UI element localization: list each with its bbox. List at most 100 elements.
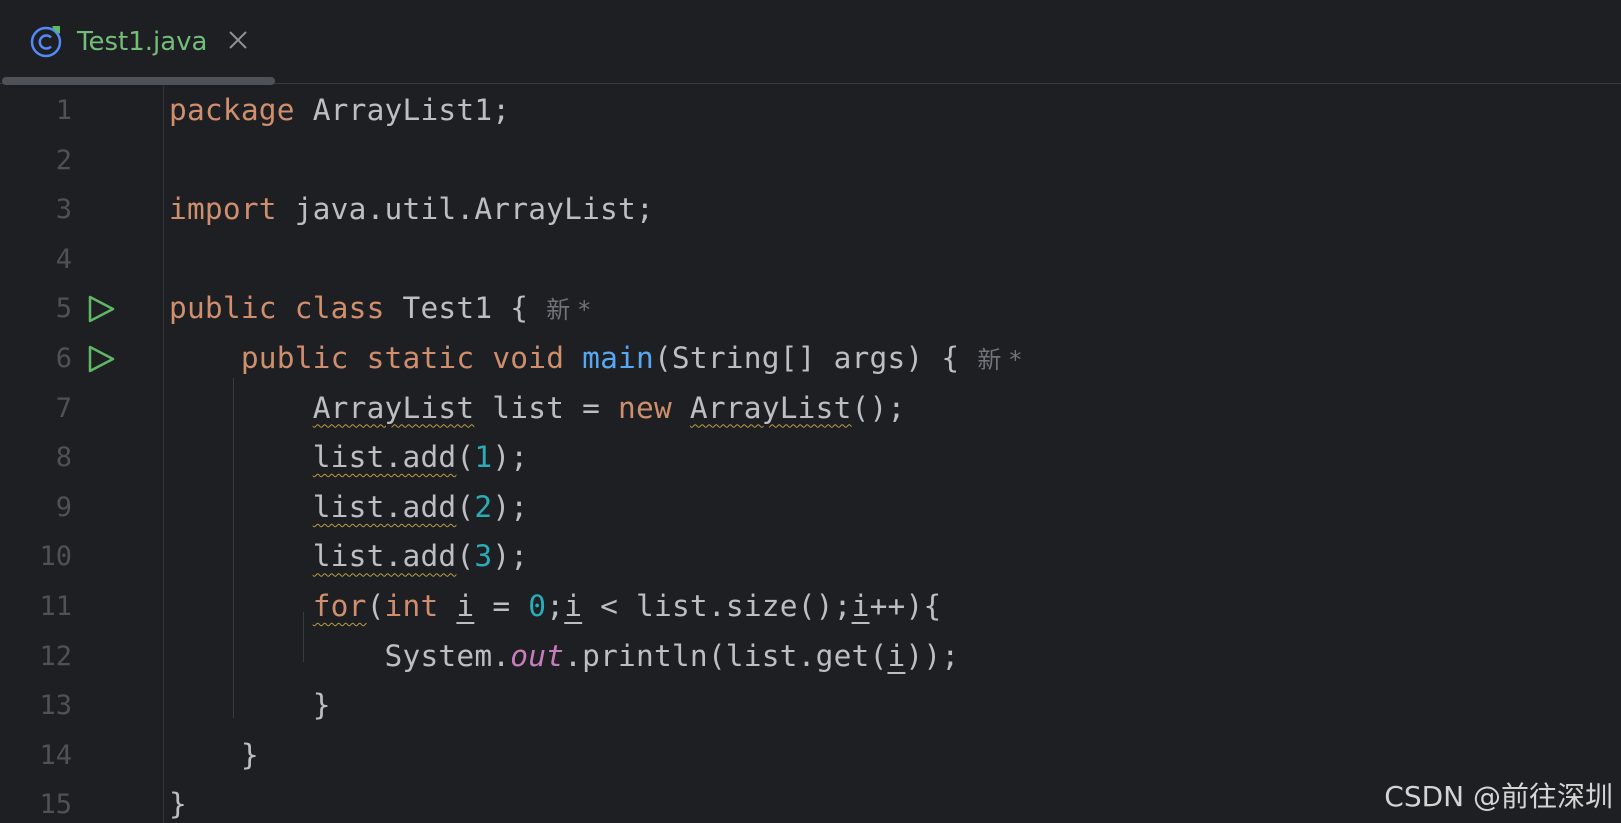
- code-token: ArrayList1;: [294, 93, 511, 127]
- line-number: 9: [55, 491, 72, 523]
- line-number: 5: [55, 293, 72, 325]
- code-token: .println(list.get(: [564, 638, 888, 673]
- code-line-11[interactable]: 11 for(int i = 0;i < list.size();i++){: [0, 582, 1621, 632]
- code-text: list.add(1);: [169, 433, 528, 483]
- warning-token: ArrayList: [689, 390, 852, 425]
- code-token: );: [492, 539, 529, 574]
- code-text: list.add(3);: [169, 532, 528, 582]
- method-name: main: [582, 341, 654, 375]
- keyword: public: [240, 341, 349, 375]
- keyword: void: [492, 341, 565, 375]
- line-number: 12: [39, 640, 72, 672]
- code-token: =: [474, 589, 529, 623]
- code-token: }: [312, 688, 331, 723]
- line-number: 15: [39, 789, 72, 821]
- code-token: < list.size();: [582, 589, 852, 623]
- keyword: new: [618, 390, 672, 425]
- run-icon[interactable]: [86, 294, 116, 324]
- line-number: 2: [55, 144, 72, 176]
- code-token: );: [492, 440, 529, 475]
- tab-test1-java[interactable]: Test1.java: [0, 0, 275, 85]
- code-text: System.out.println(list.get(i));: [169, 632, 960, 682]
- code-token: (: [456, 440, 475, 475]
- close-icon[interactable]: [225, 27, 251, 53]
- code-token: (: [456, 489, 475, 524]
- variable-token: i: [851, 589, 870, 623]
- author-hint[interactable]: 新 *: [546, 296, 590, 324]
- code-text: package ArrayList1;: [169, 86, 510, 136]
- code-token: }: [169, 787, 187, 822]
- keyword: import: [169, 192, 277, 227]
- warning-token: ArrayList: [312, 390, 475, 425]
- line-number: 8: [55, 442, 72, 474]
- code-token: System.: [384, 638, 511, 673]
- editor-tab-bar: Test1.java: [0, 0, 1621, 85]
- tab-label: Test1.java: [77, 27, 208, 57]
- keyword: package: [169, 93, 295, 127]
- code-line-3[interactable]: 3 import java.util.ArrayList;: [0, 185, 1621, 235]
- line-number: 13: [39, 690, 72, 722]
- code-line-5[interactable]: 5 public class Test1 {新 *: [0, 284, 1621, 334]
- variable-token: i: [564, 589, 583, 623]
- code-line-15[interactable]: 15 }: [0, 780, 1621, 823]
- code-line-4[interactable]: 4: [0, 235, 1621, 285]
- code-token: (: [456, 539, 475, 574]
- warning-token: list.add: [312, 440, 457, 475]
- code-text: import java.util.ArrayList;: [169, 185, 654, 235]
- code-token: (String[] args) {: [653, 341, 960, 375]
- code-line-14[interactable]: 14 }: [0, 731, 1621, 781]
- active-tab-indicator: [2, 77, 275, 85]
- code-line-1[interactable]: 1 package ArrayList1;: [0, 86, 1621, 136]
- keyword: for: [312, 589, 367, 623]
- line-number: 6: [55, 343, 72, 374]
- code-token: );: [492, 489, 529, 524]
- line-number: 3: [55, 194, 72, 226]
- run-icon[interactable]: [86, 344, 116, 374]
- code-line-8[interactable]: 8 list.add(1);: [0, 433, 1621, 483]
- code-line-12[interactable]: 12 System.out.println(list.get(i));: [0, 632, 1621, 682]
- variable-token: i: [456, 589, 475, 623]
- warning-token: list.add: [312, 489, 457, 524]
- code-text: for(int i = 0;i < list.size();i++){: [169, 582, 942, 632]
- code-token: list =: [474, 390, 619, 425]
- number-literal: 3: [474, 539, 493, 574]
- code-line-7[interactable]: 7 ArrayList list = new ArrayList();: [0, 384, 1621, 434]
- number-literal: 2: [474, 489, 493, 524]
- keyword: class: [294, 291, 385, 326]
- code-token: ));: [905, 638, 960, 673]
- variable-token: i: [887, 638, 906, 673]
- line-number: 7: [55, 392, 72, 424]
- line-number: 14: [39, 739, 72, 771]
- number-literal: 0: [528, 589, 547, 623]
- code-text: }: [169, 731, 259, 781]
- code-token: ();: [851, 390, 906, 425]
- code-text: public class Test1 {新 *: [169, 284, 590, 336]
- code-editor[interactable]: 1 package ArrayList1; 2 3 import java.ut…: [0, 86, 1621, 823]
- java-class-icon: [30, 26, 62, 58]
- code-token: (: [366, 589, 385, 623]
- code-line-10[interactable]: 10 list.add(3);: [0, 532, 1621, 582]
- author-hint[interactable]: 新 *: [977, 346, 1021, 374]
- line-number: 10: [39, 541, 72, 573]
- line-number: 4: [55, 243, 72, 275]
- code-token: java.util.ArrayList;: [276, 192, 654, 227]
- static-field: out: [510, 638, 565, 673]
- code-text: }: [169, 780, 187, 823]
- code-line-6[interactable]: 6 public static void main(String[] args)…: [0, 334, 1621, 384]
- code-line-13[interactable]: 13 }: [0, 681, 1621, 731]
- code-text: ArrayList list = new ArrayList();: [169, 384, 906, 434]
- keyword: int: [384, 589, 439, 623]
- watermark: CSDN @前往深圳: [1384, 780, 1613, 813]
- code-line-2[interactable]: 2: [0, 136, 1621, 186]
- code-text: public static void main(String[] args) {…: [169, 334, 1022, 386]
- code-token: ;: [546, 589, 565, 623]
- line-number: 1: [55, 95, 72, 126]
- code-text: list.add(2);: [169, 483, 528, 533]
- code-token: Test1 {: [384, 291, 529, 326]
- warning-token: list.add: [312, 539, 457, 574]
- number-literal: 1: [474, 440, 493, 475]
- keyword: static: [366, 341, 475, 375]
- code-token: ++){: [869, 589, 942, 623]
- code-line-9[interactable]: 9 list.add(2);: [0, 483, 1621, 533]
- line-number: 11: [39, 591, 72, 622]
